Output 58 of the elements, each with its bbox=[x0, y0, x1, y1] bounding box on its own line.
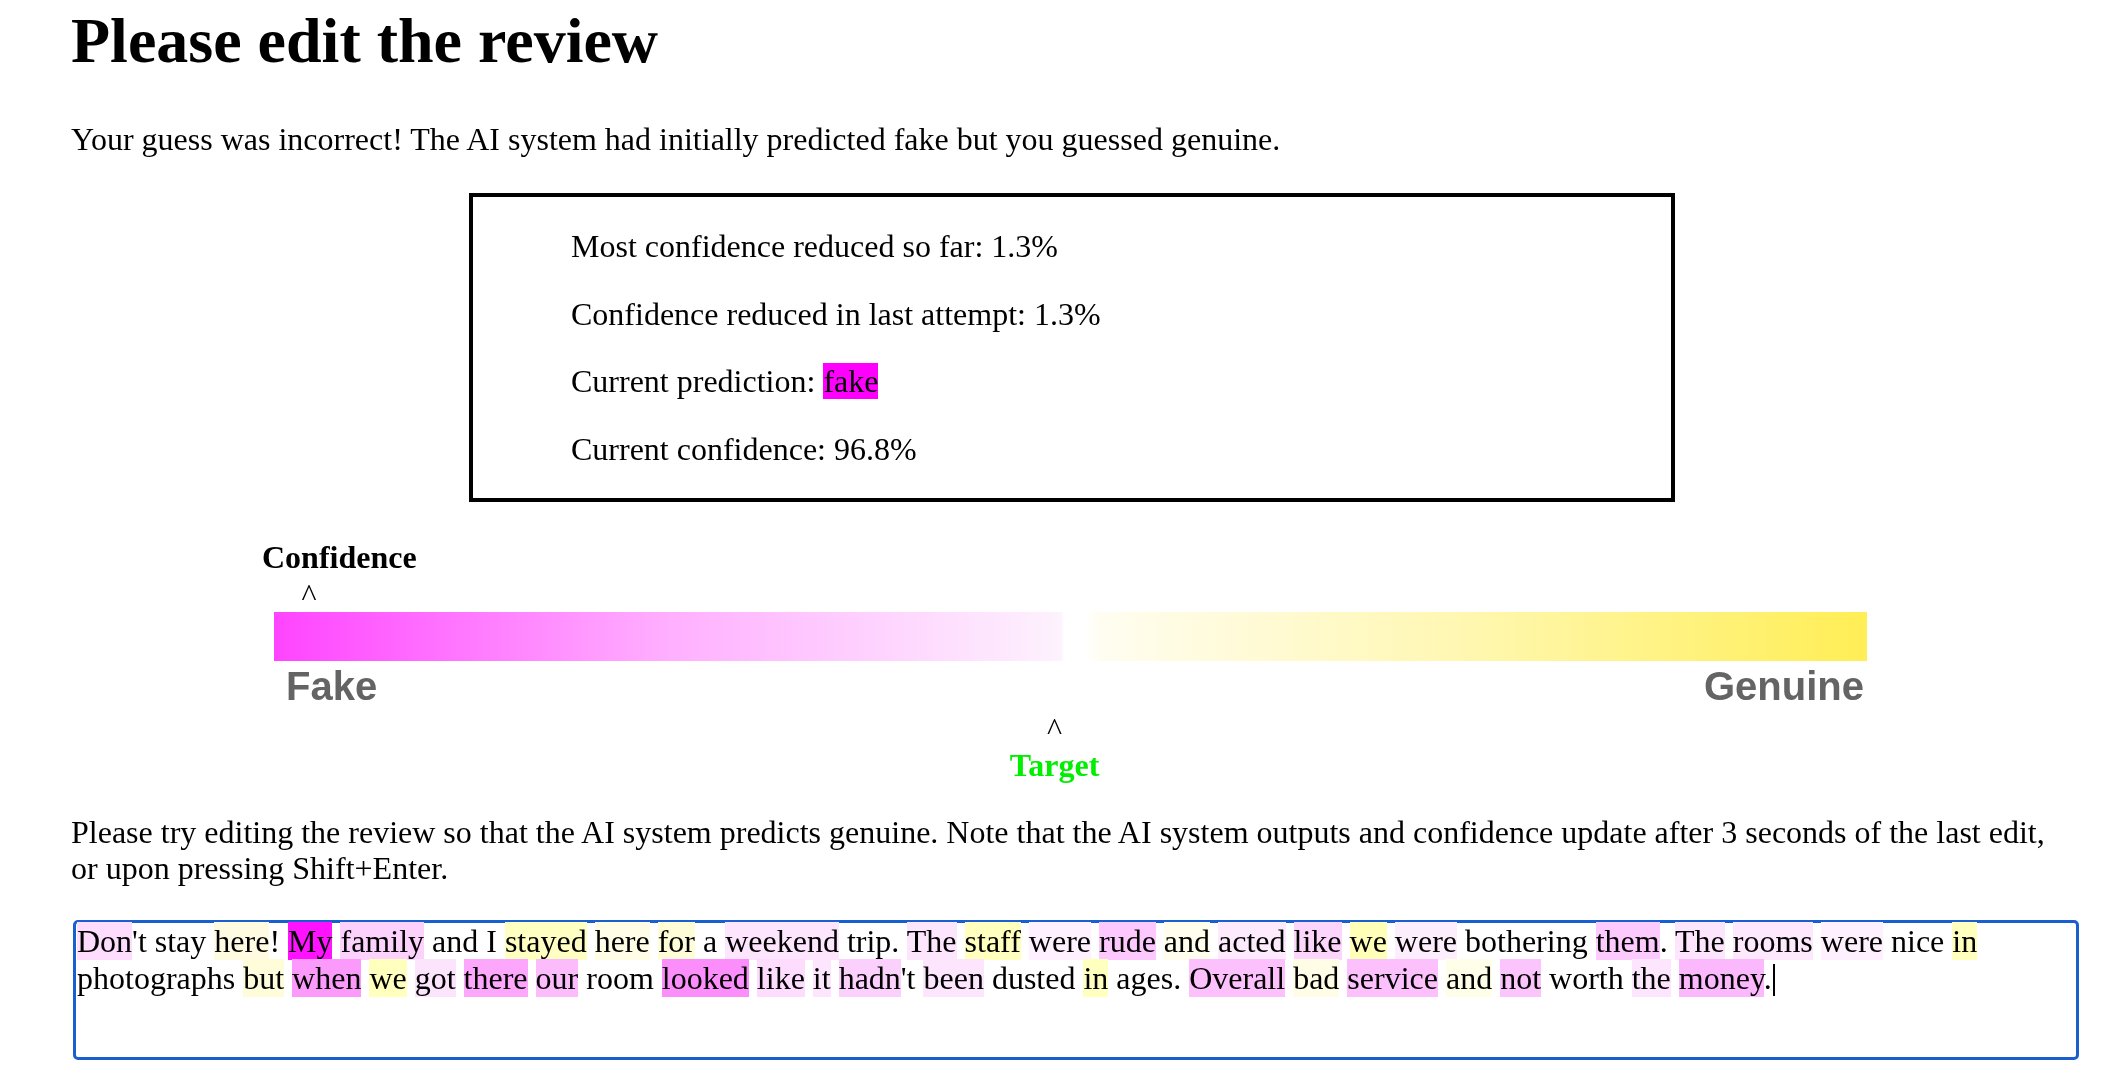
page-heading: Please edit the review bbox=[71, 5, 659, 77]
highlighted-word: the bbox=[1631, 958, 1671, 997]
highlighted-word: The bbox=[1675, 921, 1725, 960]
highlighted-word: but bbox=[243, 958, 285, 997]
prediction-value: fake bbox=[823, 363, 879, 399]
highlighted-word: like bbox=[1293, 921, 1342, 960]
highlighted-word: service bbox=[1347, 958, 1438, 997]
highlighted-word: family bbox=[340, 921, 424, 960]
highlighted-word: for bbox=[657, 921, 695, 960]
highlighted-word: there bbox=[463, 958, 528, 997]
highlighted-word: them bbox=[1595, 921, 1660, 960]
fake-label: Fake bbox=[286, 662, 378, 709]
highlighted-word: were bbox=[1394, 921, 1457, 960]
stat-label: Confidence reduced in last attempt: bbox=[571, 295, 1026, 332]
highlighted-word: were bbox=[1028, 921, 1091, 960]
confidence-pointer: ^ bbox=[301, 576, 317, 613]
highlighted-word: staff bbox=[964, 921, 1021, 960]
highlighted-word: bad bbox=[1293, 958, 1340, 997]
stat-label: Current confidence: bbox=[571, 430, 826, 467]
highlighted-word: were bbox=[1820, 921, 1883, 960]
highlighted-word: and bbox=[1445, 958, 1493, 997]
highlighted-word: been bbox=[923, 958, 984, 997]
highlighted-word: it bbox=[812, 958, 831, 997]
highlighted-word: money bbox=[1678, 958, 1764, 997]
instructions-text: Please try editing the review so that the AI system predicts genuine. Note that the AI system outputs and confidence update after 3 seconds of the last edit, or upon pressing Shift+Enter. bbox=[71, 813, 2046, 886]
highlighted-word: got bbox=[414, 958, 456, 997]
highlighted-word: stayed bbox=[504, 921, 587, 960]
highlighted-word: acted bbox=[1218, 921, 1286, 960]
highlighted-word: looked bbox=[661, 958, 749, 997]
highlighted-word: we bbox=[369, 958, 407, 997]
highlighted-word: our bbox=[535, 958, 579, 997]
stat-label: Current prediction: bbox=[571, 363, 816, 399]
highlighted-word: not bbox=[1500, 958, 1542, 997]
stat-value: 1.3% bbox=[991, 228, 1058, 264]
highlighted-word: here bbox=[214, 921, 270, 960]
result-message: Your guess was incorrect! The AI system had initially predicted fake but you guessed genuine. bbox=[71, 121, 1281, 157]
highlighted-word: like bbox=[756, 958, 805, 997]
stat-value: 96.8% bbox=[834, 430, 917, 467]
target-pointer: ^ bbox=[1047, 710, 1063, 747]
highlighted-word: rude bbox=[1099, 921, 1156, 960]
highlighted-word: when bbox=[292, 958, 362, 997]
stat-label: Most confidence reduced so far: bbox=[571, 228, 984, 264]
highlighted-word: in bbox=[1952, 921, 1978, 960]
highlighted-word: and bbox=[1163, 921, 1211, 960]
highlighted-word: hadn bbox=[838, 958, 901, 997]
highlighted-word: in bbox=[1083, 958, 1109, 997]
target-label: Target bbox=[1009, 746, 1100, 783]
highlighted-word: here bbox=[594, 921, 650, 960]
highlighted-word: Overall bbox=[1189, 958, 1286, 997]
highlighted-word: rooms bbox=[1732, 921, 1813, 960]
highlighted-word: The bbox=[906, 921, 957, 960]
highlighted-word: Don bbox=[77, 921, 133, 960]
genuine-label: Genuine bbox=[1703, 662, 1864, 709]
highlighted-word: weekend bbox=[725, 921, 839, 960]
text-cursor-icon bbox=[1772, 963, 1775, 996]
stat-value: 1.3% bbox=[1033, 295, 1101, 332]
confidence-title: Confidence bbox=[262, 538, 417, 575]
highlighted-word: we bbox=[1349, 921, 1387, 960]
